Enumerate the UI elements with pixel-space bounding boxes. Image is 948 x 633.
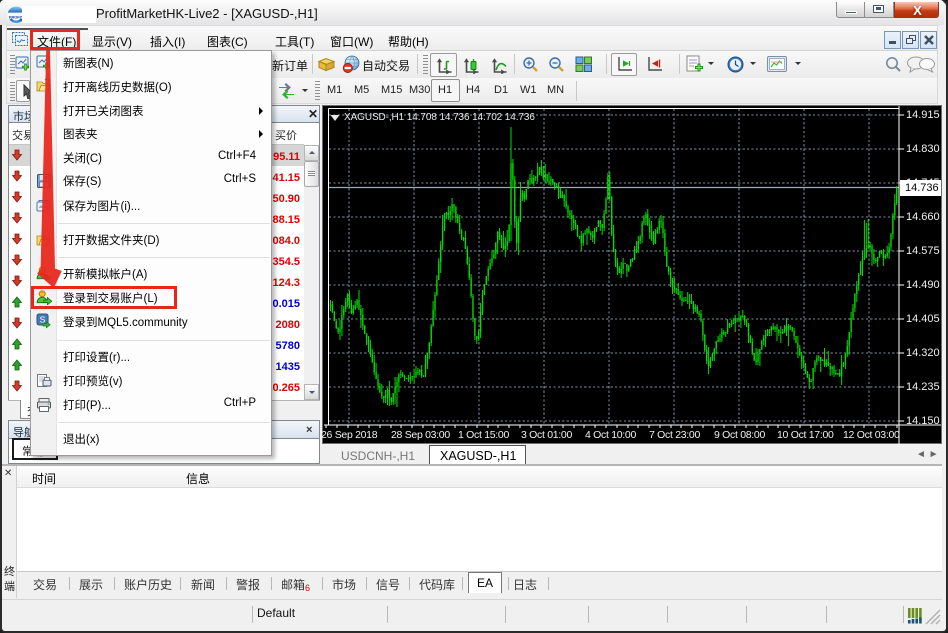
svg-text:S: S bbox=[40, 315, 46, 325]
